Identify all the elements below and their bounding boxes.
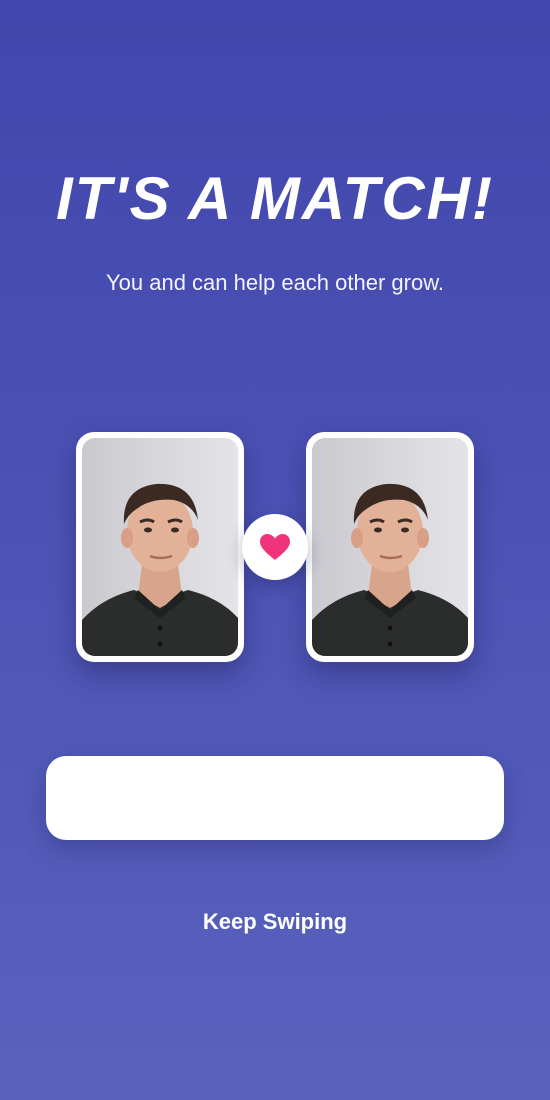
match-photo-card [306,432,474,662]
heart-icon [260,534,290,560]
match-screen: IT'S A MATCH! You and can help each othe… [0,0,550,1100]
match-title: IT'S A MATCH! [56,165,494,232]
keep-swiping-button[interactable]: Keep Swiping [0,906,550,938]
match-subtitle: You and can help each other grow. [105,270,444,295]
match-profile-photo [312,438,468,656]
my-photo-card [76,432,244,662]
heart-badge [242,514,308,580]
my-profile-photo [82,438,238,656]
message-input[interactable] [46,756,504,840]
